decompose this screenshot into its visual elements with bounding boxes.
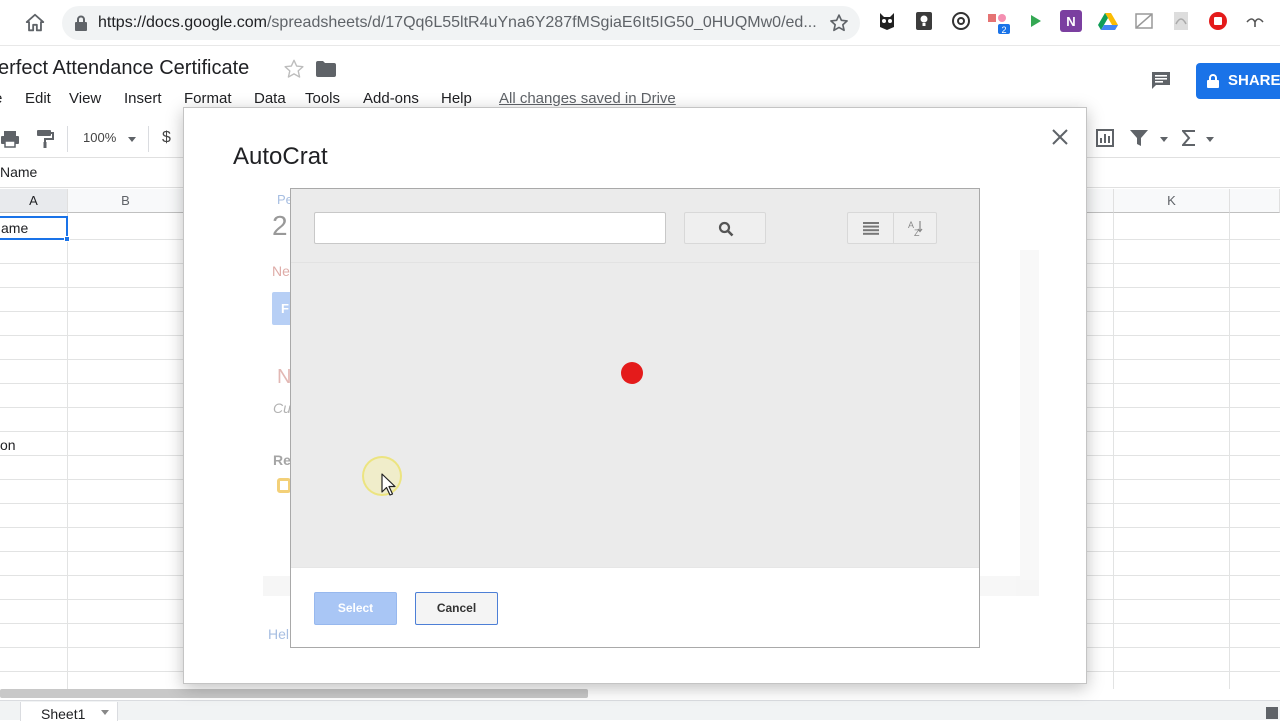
- picker-divider: [291, 262, 979, 263]
- filter-icon[interactable]: [1130, 130, 1148, 146]
- drive-extension-icon[interactable]: [1097, 10, 1119, 32]
- home-icon[interactable]: [24, 12, 46, 34]
- owl-extension-icon[interactable]: [876, 10, 898, 32]
- bookmark-star-icon[interactable]: [829, 13, 849, 33]
- keep-extension-icon[interactable]: [913, 10, 935, 32]
- url-path: /spreadsheets/d/17Qq6L55ltR4uYna6Y287fMS…: [266, 14, 817, 31]
- chevron-down-icon: [1160, 137, 1168, 142]
- faded-text: F: [281, 301, 289, 316]
- menu-edit[interactable]: Edit: [25, 90, 51, 107]
- chevron-down-icon[interactable]: [101, 710, 109, 715]
- list-view-icon: [863, 222, 879, 235]
- sort-az-icon: AZ: [908, 220, 923, 238]
- paint-format-icon[interactable]: [36, 129, 54, 149]
- cast-extension-icon[interactable]: [1133, 10, 1155, 32]
- faded-text: 2: [272, 210, 288, 241]
- menu-format[interactable]: Format: [184, 90, 232, 107]
- chatgpt-extension-icon[interactable]: [950, 10, 972, 32]
- selected-cell[interactable]: ame: [0, 216, 70, 242]
- menu-data[interactable]: Data: [254, 90, 286, 107]
- grid-line: [67, 213, 68, 689]
- picker-footer: Select Cancel: [291, 567, 979, 647]
- lock-icon: [1207, 74, 1219, 88]
- search-icon: [718, 221, 734, 237]
- horizontal-scrollbar[interactable]: [0, 689, 588, 698]
- picker-search-button[interactable]: [684, 212, 766, 244]
- url-text: https://docs.google.com/spreadsheets/d/1…: [98, 14, 818, 32]
- share-button[interactable]: SHARE: [1196, 63, 1280, 99]
- column-header-l[interactable]: [1230, 189, 1280, 213]
- svg-text:N: N: [1066, 14, 1075, 29]
- faded-toggle: [277, 478, 291, 493]
- menu-tools[interactable]: Tools: [305, 90, 340, 107]
- fill-handle[interactable]: [64, 236, 70, 242]
- grid-line: [1113, 213, 1114, 689]
- faded-button: F: [272, 292, 292, 325]
- address-bar[interactable]: https://docs.google.com/spreadsheets/d/1…: [62, 6, 860, 40]
- star-icon[interactable]: [283, 58, 305, 80]
- menu-addons[interactable]: Add-ons: [363, 90, 419, 107]
- zoom-select[interactable]: 100%: [83, 130, 116, 145]
- dialog-title: AutoCrat: [233, 143, 328, 170]
- chevron-down-icon: [1206, 137, 1214, 142]
- saved-status[interactable]: All changes saved in Drive: [499, 90, 676, 107]
- document-title[interactable]: erfect Attendance Certificate: [0, 57, 249, 80]
- play-extension-icon[interactable]: [1024, 10, 1046, 32]
- column-header-a[interactable]: A: [0, 189, 68, 213]
- share-label: SHARE: [1228, 72, 1280, 89]
- onenote-extension-icon[interactable]: N: [1060, 10, 1082, 32]
- toolbar-divider: [148, 126, 149, 152]
- faded-text: Ne: [272, 263, 290, 279]
- cancel-button[interactable]: Cancel: [415, 592, 498, 625]
- lock-icon: [75, 15, 87, 31]
- folder-icon[interactable]: [316, 61, 336, 77]
- browser-toolbar: https://docs.google.com/spreadsheets/d/1…: [0, 0, 1280, 46]
- menu-insert[interactable]: Insert: [124, 90, 162, 107]
- bird-extension-icon[interactable]: [1244, 10, 1266, 32]
- stop-extension-icon[interactable]: [1207, 10, 1229, 32]
- loading-indicator: [621, 362, 643, 384]
- sheet-tab-bar: Sheet1: [0, 700, 1280, 722]
- url-host: https://docs.google.com: [98, 14, 267, 31]
- toolbar-divider: [67, 126, 68, 152]
- functions-icon[interactable]: [1182, 130, 1196, 146]
- column-header-k[interactable]: K: [1114, 189, 1230, 213]
- faded-text: Cu: [273, 400, 291, 416]
- comments-icon[interactable]: [1150, 70, 1172, 90]
- column-header-b[interactable]: B: [68, 189, 184, 213]
- menu-file[interactable]: e: [0, 90, 2, 107]
- extension-badge: 2: [1001, 25, 1006, 35]
- faded-text: Hel: [268, 626, 290, 642]
- menu-help[interactable]: Help: [441, 90, 472, 107]
- cell-value: ame: [1, 220, 29, 236]
- name-box[interactable]: Name: [0, 164, 37, 180]
- file-picker-dialog: AZ Select Cancel: [290, 188, 980, 648]
- sheet-tab[interactable]: Sheet1: [20, 702, 118, 722]
- close-icon[interactable]: [1051, 128, 1069, 146]
- insert-chart-icon[interactable]: [1096, 129, 1114, 147]
- select-button[interactable]: Select: [314, 592, 397, 625]
- print-icon[interactable]: [0, 129, 20, 149]
- faded-text: Re: [273, 452, 291, 468]
- grid-line: [1229, 213, 1230, 689]
- cell-value[interactable]: on: [0, 437, 16, 453]
- list-view-button[interactable]: [847, 212, 894, 244]
- picker-search-input[interactable]: [314, 212, 666, 244]
- faded-scrollbar: [1020, 250, 1039, 580]
- column-header-j[interactable]: [1086, 189, 1114, 213]
- menu-view[interactable]: View: [69, 90, 101, 107]
- currency-format-button[interactable]: $: [162, 129, 171, 147]
- shapes-extension-icon[interactable]: 2: [986, 10, 1010, 35]
- chevron-down-icon: [128, 137, 136, 142]
- sort-button[interactable]: AZ: [894, 212, 937, 244]
- explore-icon[interactable]: [1266, 707, 1278, 719]
- mouse-cursor-icon: [381, 473, 396, 496]
- pdf-extension-icon[interactable]: [1170, 10, 1192, 32]
